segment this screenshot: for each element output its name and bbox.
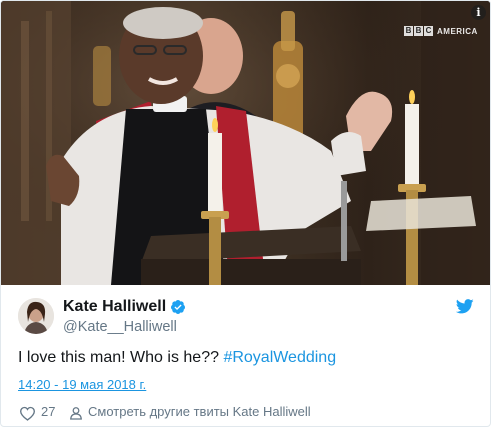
like-count[interactable]: 27	[41, 404, 55, 419]
author-name-row[interactable]: Kate Halliwell	[63, 298, 186, 316]
author-name[interactable]: Kate Halliwell	[63, 298, 166, 316]
info-icon[interactable]: i	[471, 5, 486, 20]
author-handle[interactable]: @Kate__Halliwell	[63, 319, 177, 335]
bbc-letter: B	[404, 26, 413, 36]
avatar-image	[18, 298, 54, 334]
bbc-america-word: AMERICA	[437, 26, 478, 36]
heart-icon[interactable]	[19, 406, 36, 421]
author-avatar[interactable]	[18, 298, 54, 334]
bbc-letter: B	[414, 26, 423, 36]
bbc-letter: C	[424, 26, 433, 36]
tweet-timestamp-link[interactable]: 14:20 - 19 мая 2018 г.	[18, 377, 146, 392]
tweet-media-image[interactable]: i B B C AMERICA	[1, 1, 490, 285]
tweet-card: i B B C AMERICA Kate Halliwell @Kate__Ha…	[0, 0, 491, 427]
twitter-bird-icon[interactable]	[456, 299, 474, 314]
more-tweets-link[interactable]: Смотреть другие твиты Kate Halliwell	[88, 404, 311, 419]
bbc-america-watermark: B B C AMERICA	[404, 25, 478, 37]
wedding-photo	[1, 1, 490, 285]
tweet-text-body: I love this man! Who is he??	[18, 349, 224, 366]
person-icon	[70, 407, 82, 420]
tweet-text: I love this man! Who is he?? #RoyalWeddi…	[18, 349, 336, 367]
verified-badge-icon	[171, 300, 186, 314]
hashtag-link[interactable]: #RoyalWedding	[223, 349, 336, 366]
